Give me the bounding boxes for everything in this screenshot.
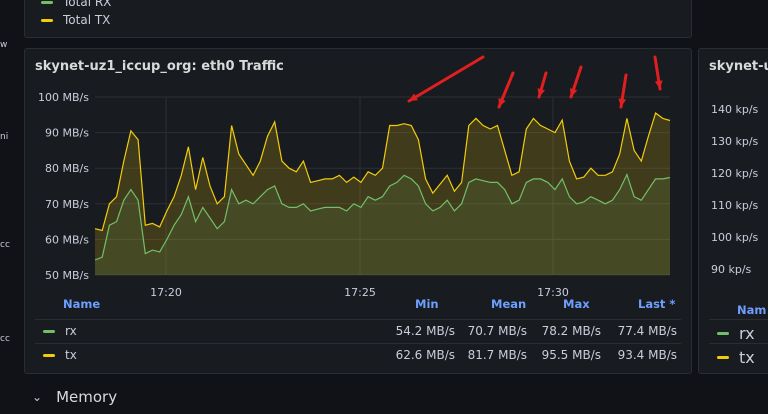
legend-header-last[interactable]: Last * [638, 297, 675, 317]
series-label: tx [739, 348, 755, 367]
y-tick-label: 50 MB/s [45, 269, 89, 282]
tx-mean: 81.7 MB/s [467, 348, 527, 362]
y-tick-label: 110 kp/s [711, 199, 759, 212]
tx-last: 93.4 MB/s [617, 348, 677, 362]
traffic-chart[interactable]: 50 MB/s 60 MB/s 70 MB/s 80 MB/s 90 MB/s 100 M… [25, 49, 692, 297]
rx-mean: 70.7 MB/s [467, 324, 527, 338]
y-tick-label: 90 kp/s [711, 263, 752, 276]
panel-title[interactable]: skynet-u [709, 59, 768, 74]
series-swatch [717, 356, 729, 359]
x-tick-label: 17:25 [344, 286, 376, 297]
y-tick-label: 70 MB/s [45, 198, 89, 211]
legend-item-total-rx[interactable]: Total RX [41, 0, 111, 9]
legend-series-name: tx [43, 348, 77, 362]
series-label: rx [65, 324, 77, 338]
legend-header-max[interactable]: Max [563, 297, 590, 317]
series-swatch [41, 0, 53, 4]
series-label: rx [739, 324, 755, 343]
annotation-arrow [407, 55, 485, 103]
legend-header-min[interactable]: Min [415, 297, 439, 317]
tx-max: 95.5 MB/s [541, 348, 601, 362]
legend-label: Total RX [63, 0, 112, 9]
y-tick-label: 100 kp/s [711, 231, 759, 244]
y-tick-label: 80 MB/s [45, 162, 89, 175]
legend-row-rx[interactable]: rx [709, 319, 768, 343]
cropped-text-fragment: cc [0, 240, 10, 250]
rx-max: 78.2 MB/s [541, 324, 601, 338]
packets-panel: skynet-u 140 kp/s 130 kp/s 120 kp/s 110 kp/… [698, 48, 768, 374]
x-tick-label: 17:30 [537, 286, 569, 297]
series-swatch [717, 332, 729, 335]
x-tick-label: 17:20 [150, 286, 182, 297]
legend-label: Total TX [63, 13, 111, 27]
y-tick-label: 90 MB/s [45, 127, 89, 140]
annotation-arrowhead [569, 88, 578, 97]
tx-min: 62.6 MB/s [395, 348, 455, 362]
series-swatch [43, 353, 55, 357]
y-tick-label: 140 kp/s [711, 103, 759, 116]
memory-row-toggle[interactable]: ⌄ Memory [32, 388, 117, 406]
legend-header-name[interactable]: Name [63, 297, 100, 317]
y-tick-label: 60 MB/s [45, 233, 89, 246]
legend-item-total-tx[interactable]: Total TX [41, 13, 110, 27]
legend-row-rx[interactable]: rx 54.2 MB/s 70.7 MB/s 78.2 MB/s 77.4 MB… [35, 319, 681, 341]
y-tick-label: 130 kp/s [711, 135, 759, 148]
legend-series-name: rx [717, 324, 755, 343]
rx-last: 77.4 MB/s [617, 324, 677, 338]
legend-series-name: tx [717, 348, 755, 367]
legend-row-tx[interactable]: tx 62.6 MB/s 81.7 MB/s 95.5 MB/s 93.4 MB… [35, 343, 681, 365]
cropped-text-fragment: ni [0, 132, 9, 142]
row-title: Memory [56, 388, 118, 406]
series-swatch [41, 18, 53, 22]
y-tick-label: 100 MB/s [38, 91, 89, 104]
cropped-text-fragment: w [0, 40, 8, 50]
series-label: tx [65, 348, 77, 362]
series-swatch [43, 329, 55, 333]
chevron-down-icon: ⌄ [32, 390, 43, 404]
legend-header-mean[interactable]: Mean [491, 297, 526, 317]
total-traffic-panel: Total RX Total TX [24, 0, 692, 38]
legend-row-tx[interactable]: tx [709, 343, 768, 367]
rx-min: 54.2 MB/s [395, 324, 455, 338]
eth0-traffic-panel: skynet-uz1_iccup_org: eth0 Traffic 50 MB… [24, 48, 692, 374]
legend-series-name: rx [43, 324, 77, 338]
y-tick-label: 120 kp/s [711, 167, 759, 180]
cropped-text-fragment: cc [0, 334, 10, 344]
